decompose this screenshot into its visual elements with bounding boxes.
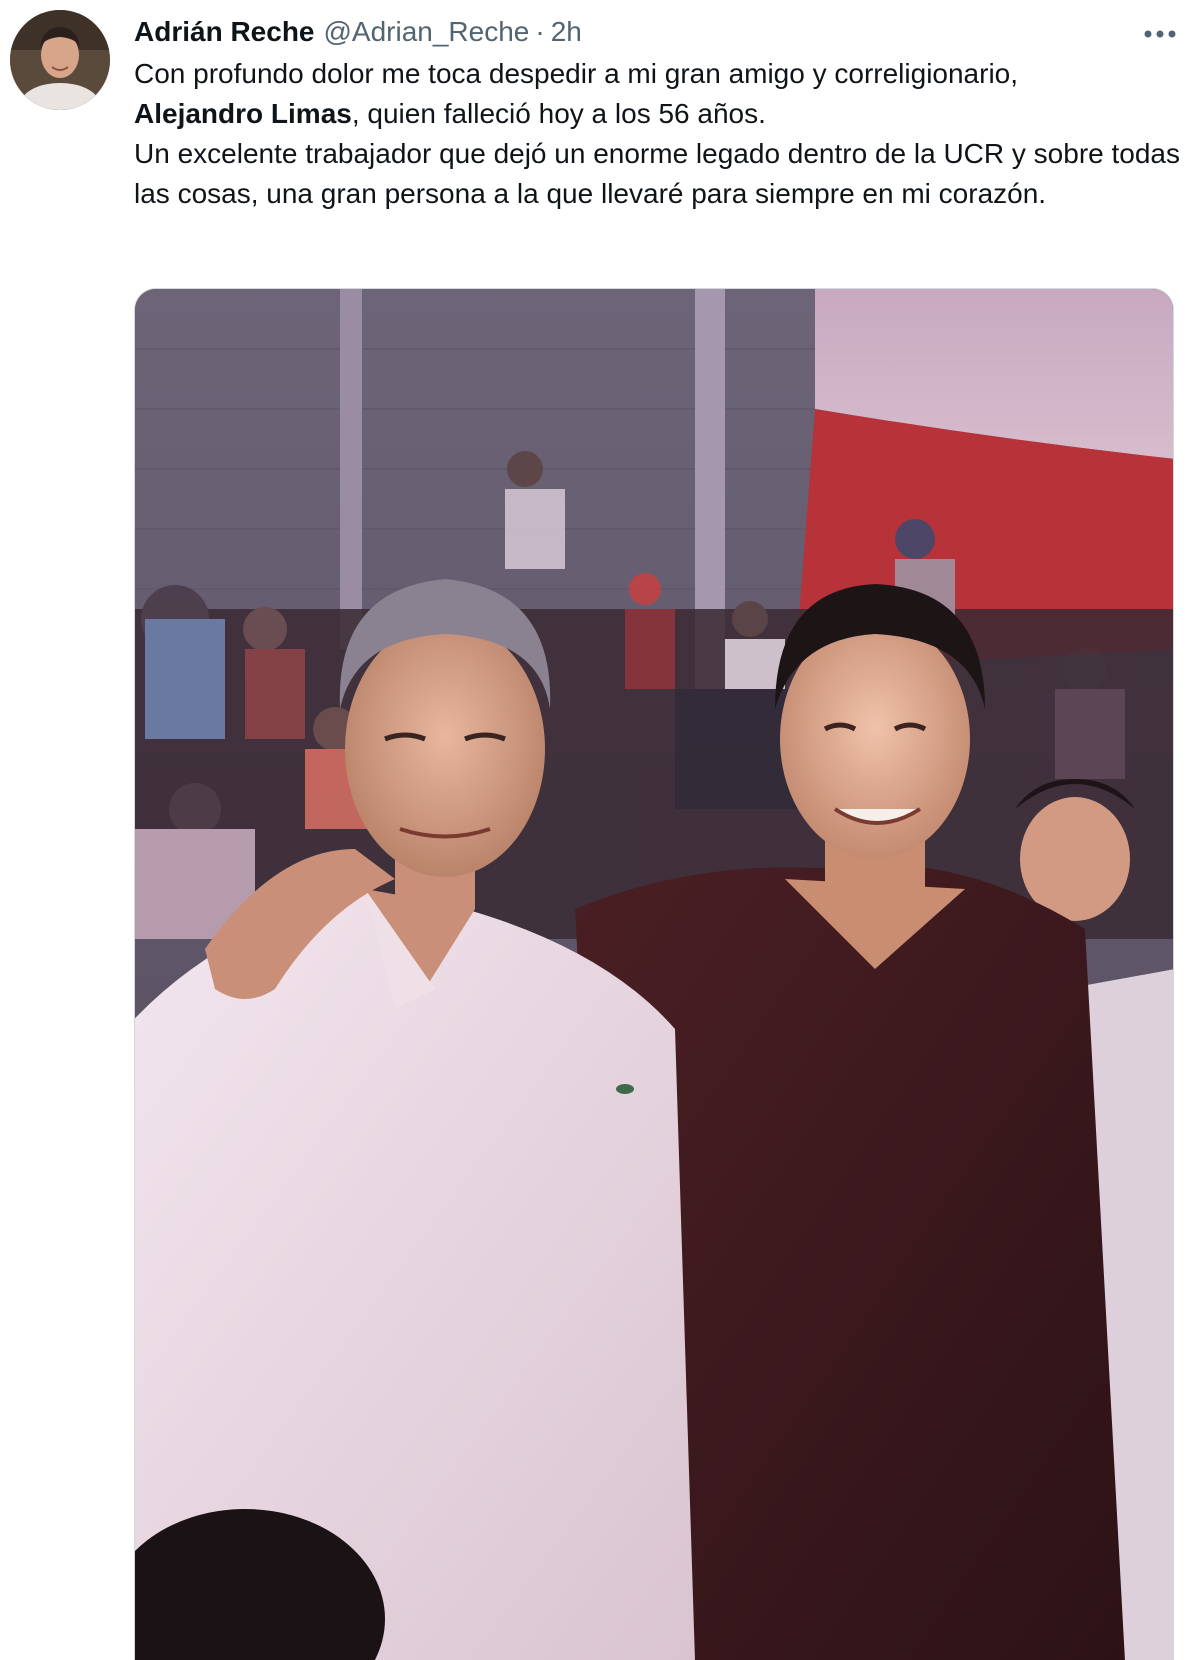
author-handle[interactable]: @Adrian_Reche [324,16,530,48]
tweet-text-line-1: Con profundo dolor me toca despedir a mi… [134,58,1019,89]
tweet-photo[interactable] [134,288,1174,1660]
tweet-text-line-3: Un excelente trabajador que dejó un enor… [134,138,1180,209]
separator-dot: · [535,16,545,47]
author-avatar[interactable] [10,10,110,110]
tweet-text: Con profundo dolor me toca despedir a mi… [134,54,1184,214]
mentioned-name: Alejandro Limas [134,98,352,129]
author-display-name[interactable]: Adrián Reche [134,16,315,48]
more-horizontal-icon [1144,30,1176,38]
tweet-card: Adrián Reche @Adrian_Reche · 2h Con prof… [0,0,1200,1660]
tweet-timestamp[interactable]: 2h [551,16,582,48]
photo-two-men-image [135,289,1173,1660]
more-options-button[interactable] [1140,22,1180,46]
avatar-image [10,10,110,110]
tweet-text-line-2: Alejandro Limas, quien falleció hoy a lo… [134,94,1184,134]
tweet-text-line-2-rest: , quien falleció hoy a los 56 años. [351,98,766,129]
tweet-header: Adrián Reche @Adrian_Reche · 2h [134,12,1090,52]
